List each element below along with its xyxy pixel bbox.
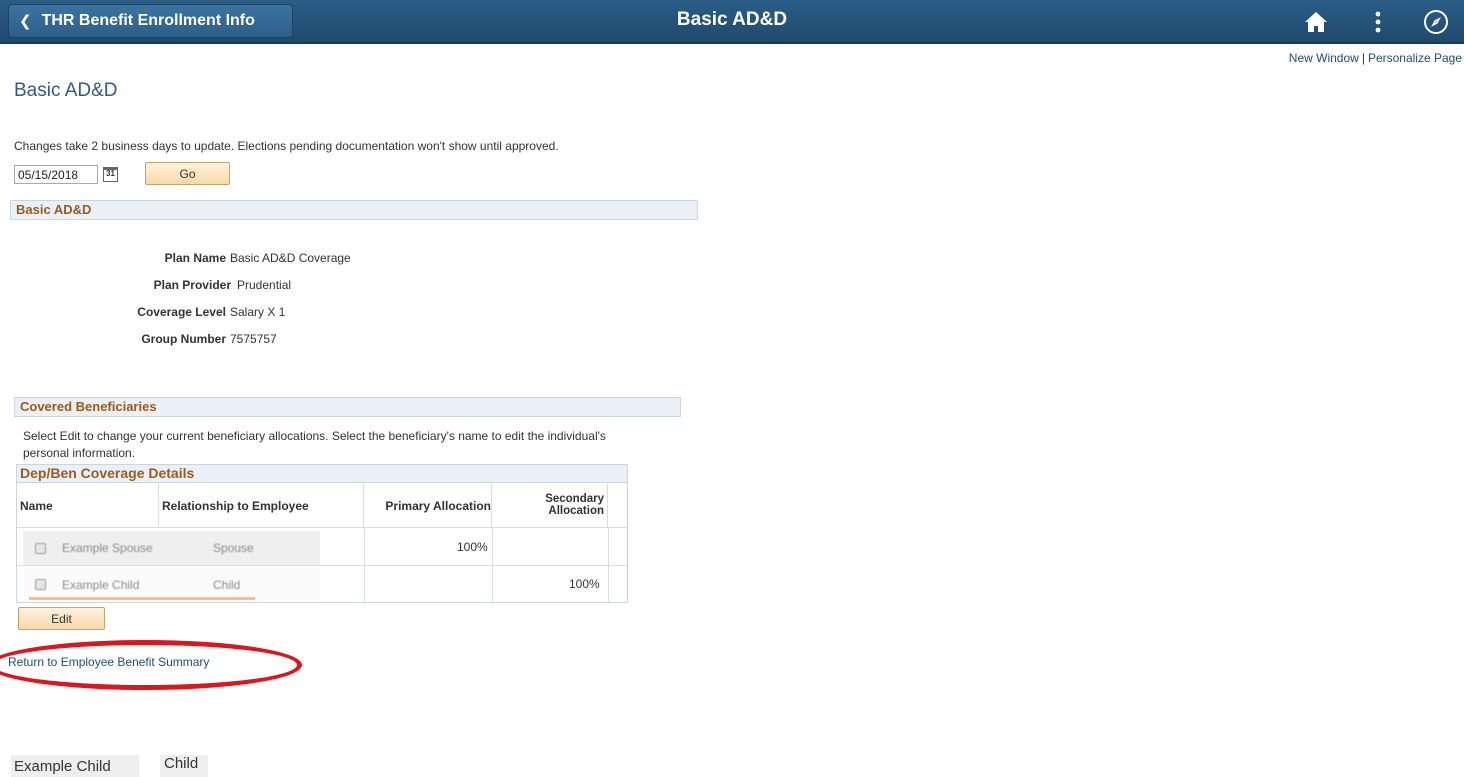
plan-provider-label: Plan Provider (153, 278, 231, 292)
beneficiary-name-link[interactable]: Example Child (62, 578, 139, 592)
group-number-label: Group Number (141, 332, 226, 346)
beneficiary-relationship: Child (213, 578, 241, 592)
compass-icon[interactable] (1420, 6, 1452, 38)
secondary-allocation: 100% (569, 577, 600, 591)
stray-name-chip: Example Child (11, 755, 139, 777)
home-icon[interactable] (1300, 6, 1332, 38)
row-checkbox[interactable] (35, 579, 46, 590)
row-highlight (29, 597, 255, 600)
top-links: New Window | Personalize Page (1289, 51, 1462, 65)
column-header-relationship[interactable]: Relationship to Employee (159, 483, 364, 528)
column-header-relationship-label: Relationship to Employee (162, 499, 309, 513)
banner-actions (1300, 6, 1452, 38)
info-message: Changes take 2 business days to update. … (14, 139, 559, 153)
column-header-primary[interactable]: Primary Allocation (364, 483, 492, 528)
plan-name-value: Basic AD&D Coverage (230, 251, 351, 265)
go-button[interactable]: Go (145, 162, 230, 185)
coverage-level-value: Salary X 1 (230, 305, 286, 319)
plan-name-label: Plan Name (164, 251, 226, 265)
coverage-level-label: Coverage Level (137, 305, 226, 319)
header-divider (17, 527, 627, 528)
primary-allocation: 100% (457, 540, 488, 554)
page-title: Basic AD&D (14, 80, 118, 101)
group-number-value: 7575757 (230, 332, 277, 346)
group-number-row: Group Number (0, 332, 226, 348)
covered-beneficiaries-header: Covered Beneficiaries (14, 397, 681, 417)
back-button[interactable]: ❮ THR Benefit Enrollment Info (8, 4, 293, 38)
beneficiary-name-link[interactable]: Example Spouse (62, 541, 153, 555)
plan-provider-row: Plan Provider (0, 278, 231, 294)
more-vertical-icon[interactable] (1362, 6, 1394, 38)
beneficiary-relationship: Spouse (213, 541, 254, 555)
plan-section-header: Basic AD&D (10, 200, 698, 220)
grid-title: Dep/Ben Coverage Details (17, 465, 627, 483)
grid-divider (364, 527, 365, 603)
chevron-left-icon: ❮ (19, 12, 32, 30)
grid-divider (608, 527, 609, 603)
coverage-details-grid: Dep/Ben Coverage Details Name Relationsh… (16, 464, 628, 603)
grid-divider (492, 527, 493, 603)
plan-provider-value: Prudential (237, 278, 292, 292)
return-to-summary-link[interactable]: Return to Employee Benefit Summary (8, 655, 209, 669)
edit-button[interactable]: Edit (18, 607, 105, 630)
row-divider (17, 565, 627, 566)
stray-relationship-chip: Child (160, 755, 208, 777)
as-of-date-input[interactable] (14, 165, 98, 184)
calendar-icon[interactable]: 31 (103, 167, 118, 182)
new-window-link[interactable]: New Window (1289, 51, 1359, 65)
personalize-page-link[interactable]: Personalize Page (1368, 51, 1462, 65)
plan-name-row: Plan Name (0, 251, 226, 267)
beneficiary-instructions: Select Edit to change your current benef… (23, 429, 606, 460)
row-checkbox[interactable] (35, 543, 46, 554)
back-button-label: THR Benefit Enrollment Info (41, 12, 255, 29)
column-header-name[interactable]: Name (17, 483, 159, 528)
column-header-primary-label: Primary Allocation (385, 499, 491, 513)
top-banner: ❮ THR Benefit Enrollment Info Basic AD&D (0, 0, 1464, 44)
column-header-name-label: Name (20, 499, 53, 513)
column-header-secondary[interactable]: Secondary Allocation (492, 483, 608, 528)
link-separator: | (1361, 51, 1365, 65)
column-header-secondary-label: Secondary Allocation (545, 493, 604, 517)
coverage-level-row: Coverage Level (0, 305, 226, 321)
